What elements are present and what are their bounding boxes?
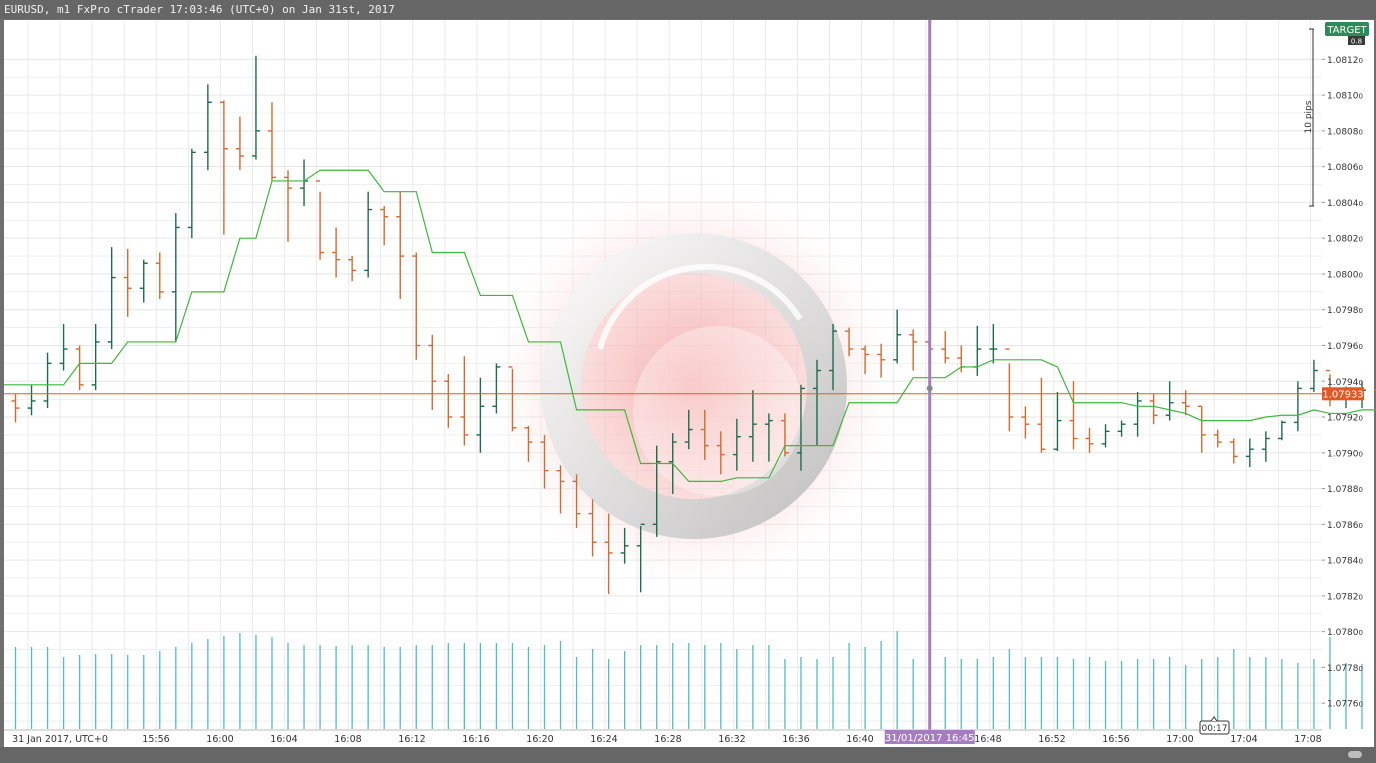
price-tick-label: 1.07840 — [1327, 557, 1363, 567]
countdown-label: 00:17 — [1202, 724, 1228, 734]
price-tick-label: 1.08100 — [1327, 92, 1363, 102]
price-tick-label: 1.07940 — [1327, 378, 1363, 388]
time-tick-label: 17:04 — [1230, 734, 1257, 745]
price-tick-label: 1.07760 — [1327, 700, 1363, 710]
price-tick-label: 1.07960 — [1327, 342, 1363, 352]
chart-title: EURUSD, m1 FxPro cTrader 17:03:46 (UTC+0… — [0, 0, 1376, 19]
time-tick-label: 16:48 — [974, 734, 1001, 745]
price-tick-label: 1.08000 — [1327, 270, 1363, 280]
time-tick-label: 16:12 — [398, 734, 425, 745]
time-tick-label: 16:52 — [1038, 734, 1065, 745]
price-tick-label: 1.07820 — [1327, 592, 1363, 602]
time-tick-label: 16:32 — [718, 734, 745, 745]
time-axis: 31 Jan 2017, UTC+0 15:56 16:00 16:04 16:08 16… — [12, 734, 1322, 745]
time-tick-label: 16:56 — [1102, 734, 1129, 745]
price-tick-label: 1.07780 — [1327, 664, 1363, 674]
chart-window: EURUSD, m1 FxPro cTrader 17:03:46 (UTC+0… — [0, 0, 1376, 763]
crosshair-time-tag: 31/01/2017 16:45 — [884, 730, 975, 744]
time-tick-label: 16:28 — [654, 734, 681, 745]
price-tick-label: 1.08040 — [1327, 199, 1363, 209]
price-tick-label: 1.08020 — [1327, 235, 1363, 245]
time-tick-label: 17:00 — [1166, 734, 1193, 745]
price-tick-label: 1.07900 — [1327, 449, 1363, 459]
scrollbar-thumb[interactable] — [1348, 751, 1362, 758]
time-tick-label: 16:24 — [590, 734, 617, 745]
current-price-tag: 1.07933 — [1322, 387, 1364, 401]
crosshair-time-label: 31/01/2017 16:45 — [885, 733, 975, 744]
price-tick-label: 1.07860 — [1327, 521, 1363, 531]
price-tick-label: 1.08080 — [1327, 127, 1363, 137]
price-tick-label: 1.07920 — [1327, 414, 1363, 424]
price-tick-label: 1.08060 — [1327, 163, 1363, 173]
pips-label: 10 pips — [1304, 100, 1314, 133]
current-price-label: 1.07933 — [1322, 389, 1363, 400]
horizontal-scrollbar[interactable] — [0, 747, 1376, 763]
time-tick-label: 16:40 — [846, 734, 873, 745]
watermark-logo — [479, 171, 909, 601]
time-tick-label: 16:04 — [270, 734, 297, 745]
price-tick-label: 1.07800 — [1327, 628, 1363, 638]
crosshair-point — [926, 385, 933, 392]
time-tick-label: 17:08 — [1294, 734, 1321, 745]
chart-area[interactable]: 10 pips 1.08120 1.08100 1.08080 1.08060 1.08… — [0, 19, 1376, 747]
target-sub-label: 0.8 — [1351, 38, 1362, 46]
time-tick-label: 16:00 — [206, 734, 233, 745]
time-tick-label: 16:20 — [526, 734, 553, 745]
time-tick-label: 16:08 — [334, 734, 361, 745]
price-tick-label: 1.08120 — [1327, 56, 1363, 66]
time-tick-label: 31 Jan 2017, UTC+0 — [12, 734, 108, 745]
price-tick-label: 1.07980 — [1327, 306, 1363, 316]
price-tick-label: 1.07880 — [1327, 485, 1363, 495]
time-tick-label: 15:56 — [142, 734, 169, 745]
time-tick-label: 16:16 — [462, 734, 489, 745]
time-tick-label: 16:36 — [782, 734, 809, 745]
target-label: TARGET — [1326, 25, 1367, 36]
